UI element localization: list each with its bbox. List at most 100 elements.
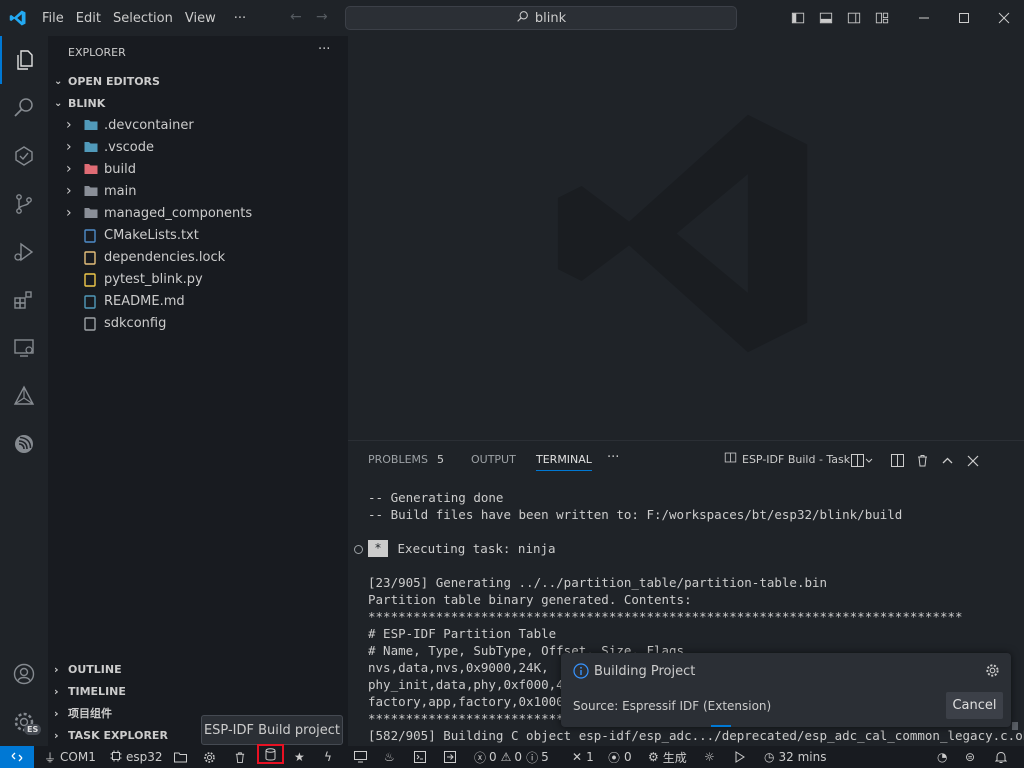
terminal-line: nvs,data,nvs,0x9000,24K, bbox=[368, 660, 549, 675]
terminal-line: ****************************************… bbox=[368, 609, 963, 624]
notifications-bell-icon[interactable] bbox=[995, 749, 1007, 765]
minimize-icon[interactable] bbox=[904, 0, 944, 36]
history-icon[interactable]: ◔ bbox=[937, 749, 947, 765]
terminal-prompt-icon[interactable] bbox=[414, 749, 426, 765]
serial-port-selector[interactable]: ⏚ COM1 bbox=[44, 749, 96, 765]
menu-file[interactable]: File bbox=[42, 11, 64, 26]
tree-folder[interactable]: › .vscode bbox=[48, 136, 348, 158]
run-debug-icon[interactable] bbox=[0, 228, 48, 276]
tree-file[interactable]: CMakeLists.txt bbox=[48, 224, 348, 246]
status-bar: ⏚ COM1 esp32 ★ ϟ ♨ ⓧ 0 ⚠ 0 ⓘ 5 ⚙ 生成 ✕ 1 … bbox=[0, 744, 1024, 768]
cmake-icon[interactable] bbox=[0, 372, 48, 420]
testing-flask-icon[interactable] bbox=[0, 132, 48, 180]
terminal-line: -- Generating done bbox=[368, 490, 504, 505]
full-clean-trash-icon[interactable] bbox=[234, 749, 246, 765]
tools-status[interactable]: ✕ 1 bbox=[572, 749, 594, 765]
close-icon[interactable] bbox=[984, 0, 1024, 36]
toggle-secondary-sidebar-icon[interactable] bbox=[840, 0, 868, 36]
tree-folder[interactable]: › .devcontainer bbox=[48, 114, 348, 136]
build-flash-monitor-flame-icon[interactable]: ♨ bbox=[384, 749, 395, 765]
open-editors-section[interactable]: ⌄ OPEN EDITORS bbox=[48, 70, 348, 92]
menu-view[interactable]: View bbox=[185, 11, 216, 26]
remote-indicator-icon[interactable] bbox=[0, 746, 34, 768]
build-project-button[interactable] bbox=[257, 744, 284, 764]
espressif-status-icon[interactable]: ⊜ bbox=[965, 749, 975, 765]
vscode-watermark-icon bbox=[557, 114, 808, 353]
tree-folder[interactable]: › managed_components bbox=[48, 202, 348, 224]
terminal-line: [23/905] Generating ../../partition_tabl… bbox=[368, 575, 828, 590]
maximize-panel-icon[interactable] bbox=[941, 452, 954, 471]
cancel-button[interactable]: Cancel bbox=[946, 692, 1003, 719]
build-gear-label[interactable]: ⚙ 生成 bbox=[648, 749, 687, 765]
terminal-icon bbox=[724, 451, 737, 467]
tab-output[interactable]: OUTPUT bbox=[471, 453, 516, 466]
tree-file[interactable]: sdkconfig bbox=[48, 312, 348, 334]
chevron-right-icon: › bbox=[66, 139, 72, 155]
search-icon[interactable] bbox=[0, 84, 48, 132]
flash-lightning-icon[interactable]: ϟ bbox=[324, 749, 332, 765]
tree-item-label: dependencies.lock bbox=[104, 249, 226, 265]
close-panel-icon[interactable] bbox=[967, 452, 979, 471]
tree-item-label: README.md bbox=[104, 293, 185, 309]
explorer-more-button[interactable]: ··· bbox=[318, 42, 330, 57]
terminal-task-selector[interactable]: ESP-IDF Build - Task bbox=[724, 451, 850, 467]
ports-status[interactable]: ⦿ 0 bbox=[608, 749, 632, 765]
forward-arrow-icon[interactable]: → bbox=[316, 9, 328, 25]
tab-problems[interactable]: PROBLEMS bbox=[368, 453, 428, 466]
customize-layout-icon[interactable] bbox=[868, 0, 896, 36]
remote-explorer-icon[interactable] bbox=[0, 324, 48, 372]
espressif-icon[interactable] bbox=[0, 420, 48, 468]
command-center-search[interactable]: blink bbox=[345, 6, 737, 30]
tree-item-label: main bbox=[104, 183, 137, 199]
session-timer[interactable]: ◷ 32 mins bbox=[764, 749, 826, 765]
tree-folder[interactable]: › main bbox=[48, 180, 348, 202]
toggle-primary-sidebar-icon[interactable] bbox=[784, 0, 812, 36]
tree-item-label: CMakeLists.txt bbox=[104, 227, 199, 243]
outline-section[interactable]: › OUTLINE bbox=[48, 658, 348, 680]
blink-project-section[interactable]: ⌄ BLINK bbox=[48, 92, 348, 114]
trash-icon[interactable] bbox=[916, 452, 929, 471]
file-icon bbox=[84, 317, 96, 335]
tree-file[interactable]: dependencies.lock bbox=[48, 246, 348, 268]
manage-gear-icon[interactable]: ES bbox=[0, 698, 48, 746]
maximize-icon[interactable] bbox=[944, 0, 984, 36]
tab-terminal[interactable]: TERMINAL bbox=[536, 453, 592, 471]
warning-icon: ⚠ bbox=[500, 750, 512, 764]
chevron-right-icon: › bbox=[66, 183, 72, 199]
menu-edit[interactable]: Edit bbox=[76, 11, 101, 26]
back-arrow-icon[interactable]: ← bbox=[290, 9, 302, 25]
folder-icon bbox=[84, 185, 98, 201]
new-terminal-split-icon[interactable] bbox=[851, 452, 873, 471]
flash-method-star-icon[interactable]: ★ bbox=[294, 749, 305, 765]
tree-item-label: managed_components bbox=[104, 205, 253, 221]
notification-settings-gear-icon[interactable] bbox=[985, 663, 1000, 682]
split-terminal-icon[interactable] bbox=[891, 452, 904, 471]
plug-icon: ⏚ bbox=[44, 750, 57, 765]
tree-folder[interactable]: › build bbox=[48, 158, 348, 180]
toggle-panel-icon[interactable] bbox=[812, 0, 840, 36]
chip-icon bbox=[110, 750, 122, 765]
open-in-panel-icon[interactable] bbox=[444, 749, 456, 765]
problems-summary[interactable]: ⓧ 0 ⚠ 0 ⓘ 5 bbox=[474, 749, 549, 765]
run-play-icon[interactable] bbox=[735, 749, 745, 765]
chevron-right-icon: › bbox=[66, 161, 72, 177]
sdkconfig-gear-icon[interactable] bbox=[203, 749, 216, 765]
menu-selection[interactable]: Selection bbox=[113, 11, 173, 26]
explorer-icon[interactable] bbox=[0, 36, 48, 84]
debug-bug-icon[interactable]: ☼ bbox=[704, 749, 715, 765]
timeline-section[interactable]: › TIMELINE bbox=[48, 680, 348, 702]
folder-icon bbox=[84, 119, 98, 135]
profile-badge: ES bbox=[24, 724, 42, 735]
tree-file[interactable]: README.md bbox=[48, 290, 348, 312]
terminal-scrollbar[interactable] bbox=[1012, 722, 1018, 730]
extensions-icon[interactable] bbox=[0, 276, 48, 324]
accounts-icon[interactable] bbox=[0, 650, 48, 698]
tree-file[interactable]: pytest_blink.py bbox=[48, 268, 348, 290]
menu-more[interactable]: ··· bbox=[234, 11, 246, 26]
source-control-icon[interactable] bbox=[0, 180, 48, 228]
open-folder-icon[interactable] bbox=[174, 749, 187, 765]
terminal-line: Partition table binary generated. Conten… bbox=[368, 592, 692, 607]
panel-more-button[interactable]: ··· bbox=[607, 450, 619, 465]
target-selector[interactable]: esp32 bbox=[110, 749, 163, 765]
monitor-icon[interactable] bbox=[354, 749, 367, 765]
